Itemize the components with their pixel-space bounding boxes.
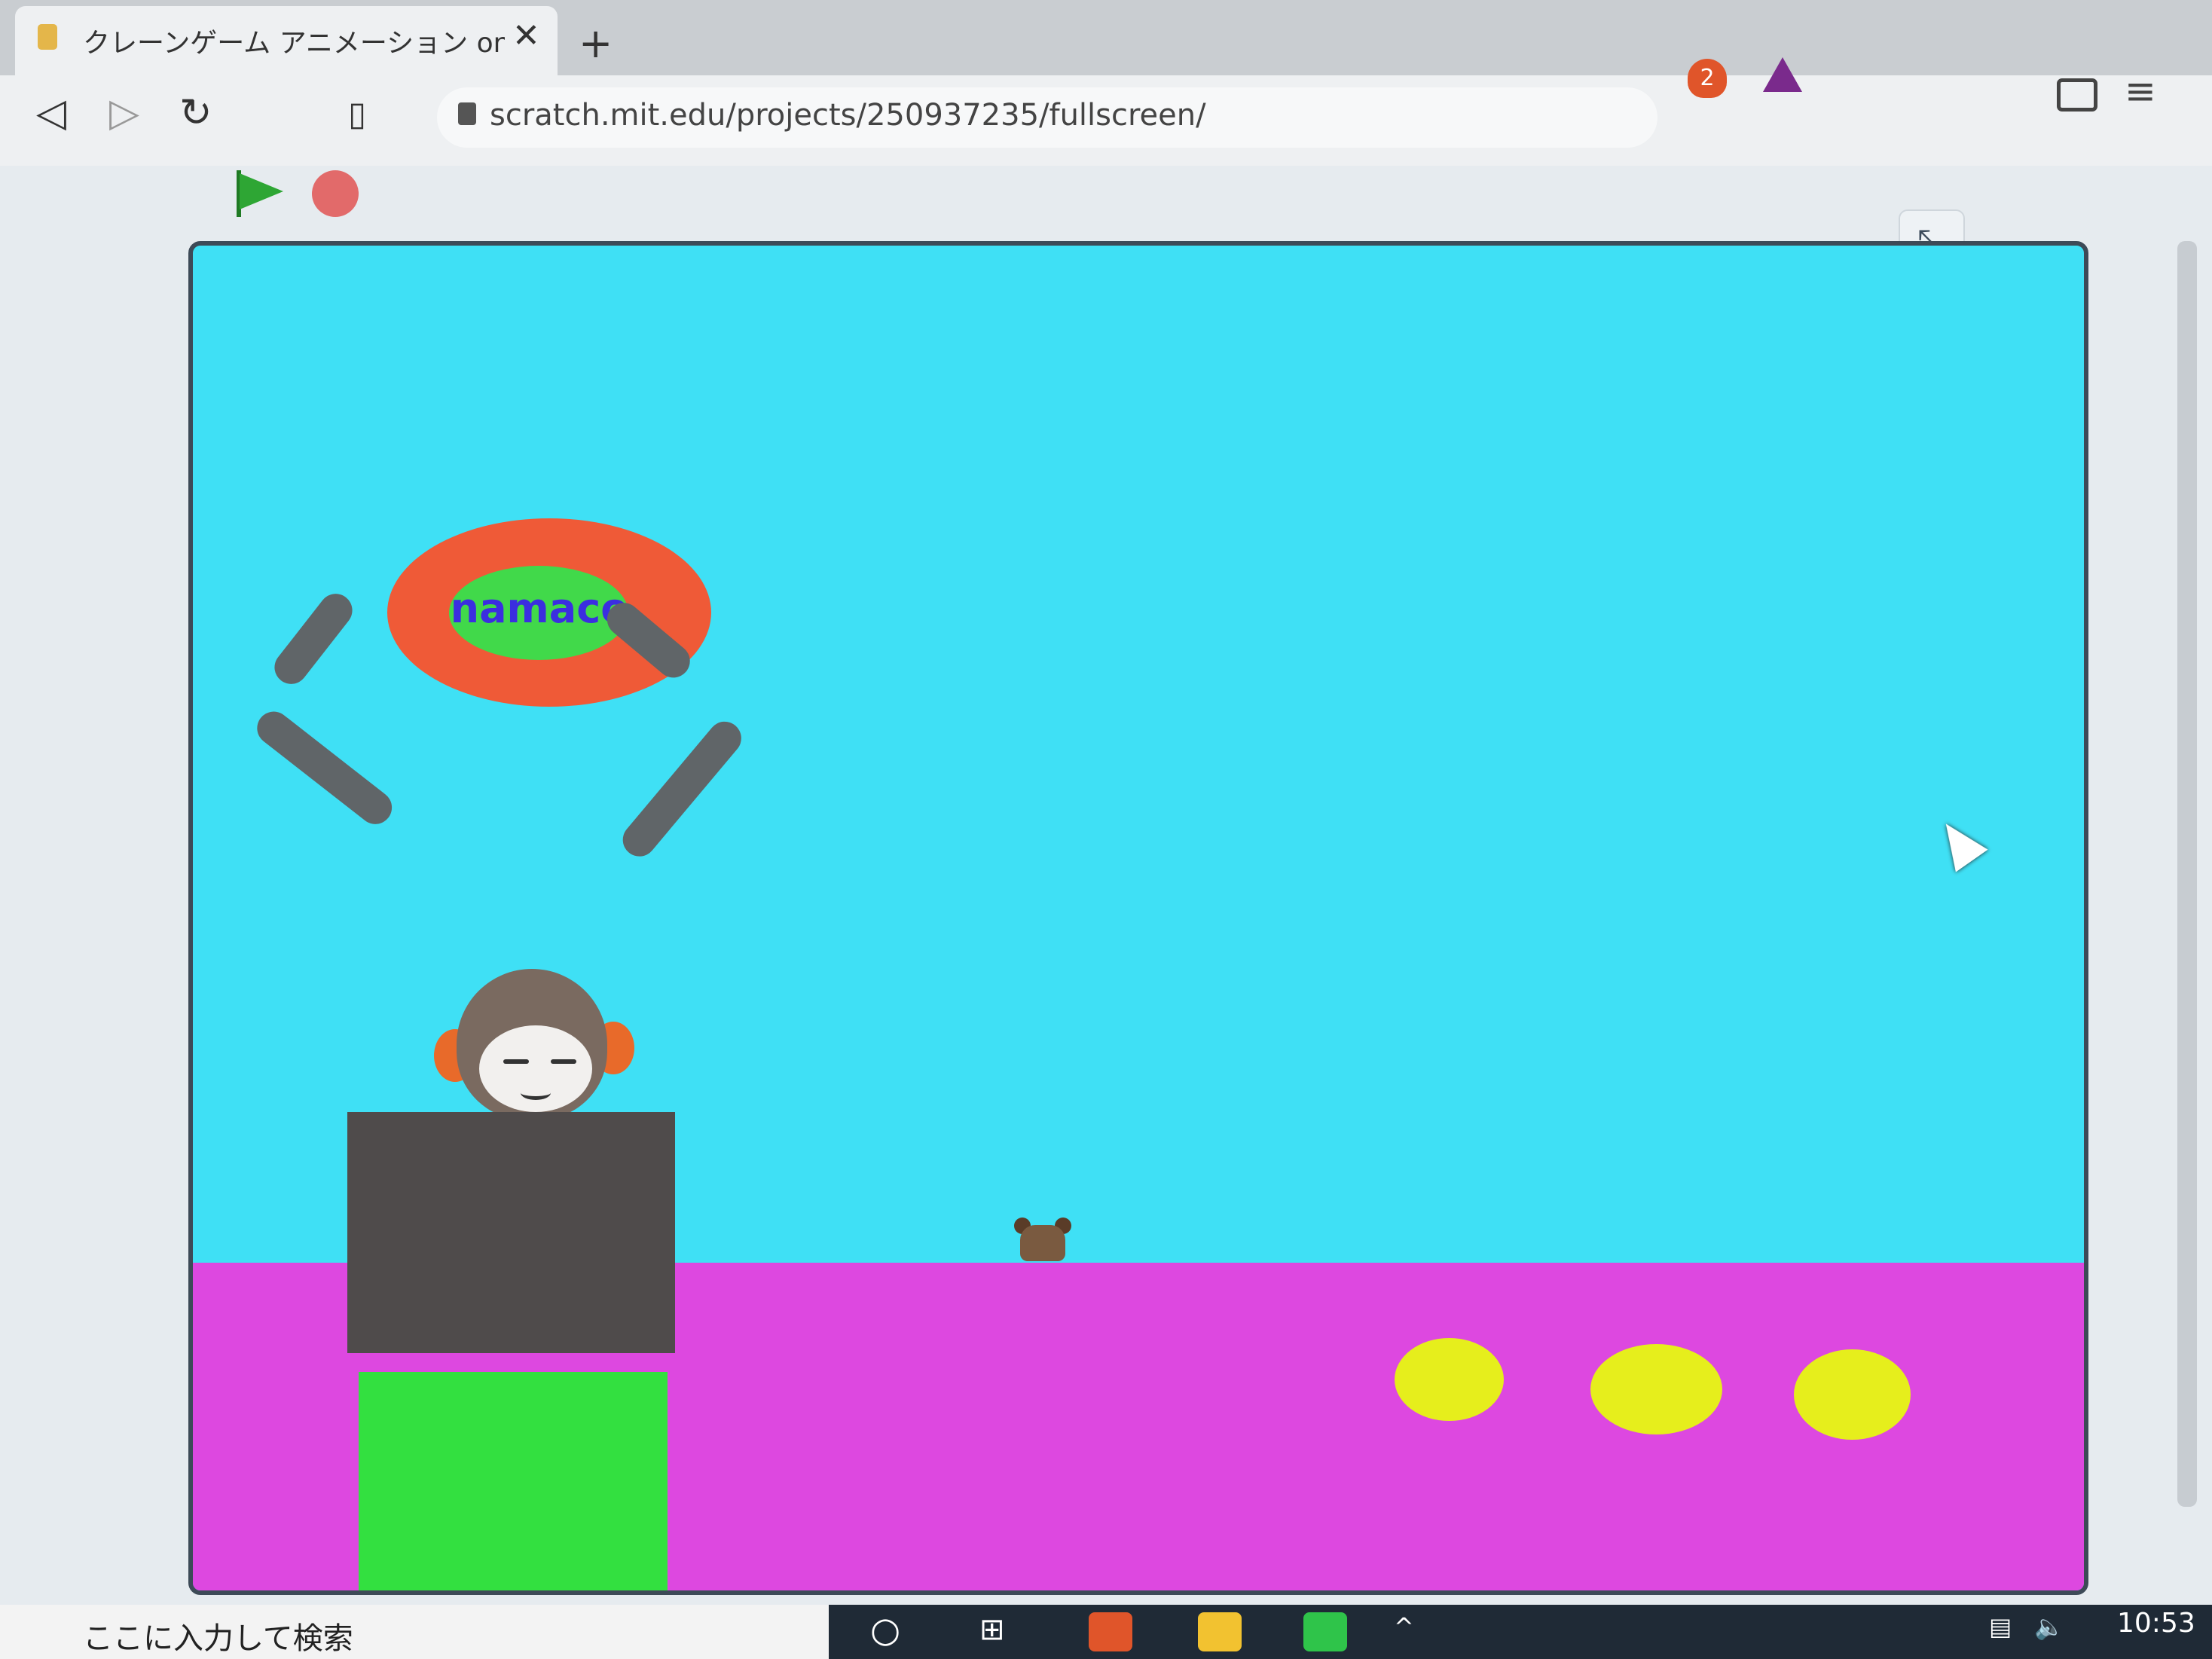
windows-taskbar: ここに入力して検索 ○ ⊞ ^ ▤ 🔈 10:53 bbox=[0, 1605, 2212, 1659]
scratch-stage[interactable]: namaco bbox=[188, 241, 2088, 1595]
network-icon[interactable]: ▤ bbox=[1989, 1612, 2012, 1641]
dog-prize-sprite bbox=[1014, 1218, 1071, 1261]
brave-rewards-icon[interactable] bbox=[1763, 57, 1802, 92]
forward-icon[interactable]: ▷ bbox=[109, 90, 139, 136]
yellow-coin-1 bbox=[1395, 1338, 1504, 1421]
taskbar-search-box[interactable]: ここに入力して検索 bbox=[0, 1605, 829, 1659]
dog-body bbox=[1020, 1225, 1065, 1261]
tray-overflow-icon[interactable]: ^ bbox=[1394, 1612, 1414, 1641]
tab-scratch[interactable]: クレーンゲーム アニメーション on Scra ✕ bbox=[15, 6, 558, 75]
volume-icon[interactable]: 🔈 bbox=[2034, 1612, 2064, 1641]
stop-icon[interactable] bbox=[312, 170, 359, 217]
claw-arm-right-lower bbox=[616, 714, 748, 863]
green-flag-icon[interactable] bbox=[240, 173, 283, 209]
scratch-favicon-icon bbox=[38, 24, 57, 50]
claw-arm-left-upper bbox=[267, 587, 359, 691]
monkey-mouth bbox=[521, 1086, 551, 1100]
prize-chute-box bbox=[347, 1112, 675, 1353]
reload-icon[interactable]: ↻ bbox=[179, 90, 212, 136]
monkey-eye-left bbox=[503, 1059, 529, 1064]
back-icon[interactable]: ◁ bbox=[36, 90, 66, 136]
tab-title: クレーンゲーム アニメーション on Scra bbox=[83, 28, 505, 59]
menu-icon[interactable]: ≡ bbox=[2125, 69, 2156, 113]
cortana-icon[interactable]: ○ bbox=[870, 1609, 900, 1650]
new-tab-button[interactable]: + bbox=[579, 20, 613, 67]
url-text: scratch.mit.edu/projects/250937235/fulls… bbox=[490, 98, 1206, 133]
wallet-icon[interactable] bbox=[2057, 78, 2097, 112]
prize-drop-box bbox=[359, 1372, 668, 1590]
taskbar-clock[interactable]: 10:53 bbox=[2117, 1608, 2195, 1639]
line-app-icon[interactable] bbox=[1303, 1612, 1347, 1651]
brave-taskbar-icon[interactable] bbox=[1089, 1612, 1132, 1651]
brave-shields-icon[interactable]: 2 bbox=[1688, 59, 1727, 98]
file-explorer-icon[interactable] bbox=[1198, 1612, 1242, 1651]
yellow-coin-3 bbox=[1794, 1349, 1911, 1440]
yellow-coin-2 bbox=[1590, 1344, 1722, 1434]
shields-badge: 2 bbox=[1700, 65, 1715, 91]
monkey-sprite bbox=[419, 954, 645, 1120]
scrollbar[interactable] bbox=[2177, 241, 2197, 1507]
taskbar-search-placeholder: ここに入力して検索 bbox=[83, 1621, 353, 1656]
monkey-eye-right bbox=[551, 1059, 576, 1064]
address-bar[interactable]: scratch.mit.edu/projects/250937235/fulls… bbox=[437, 87, 1657, 148]
browser-titlebar: クレーンゲーム アニメーション on Scra ✕ + bbox=[0, 0, 2212, 75]
claw-arm-left-lower bbox=[250, 704, 399, 831]
bookmark-icon[interactable]: ▯ bbox=[348, 95, 366, 133]
tab-close-icon[interactable]: ✕ bbox=[512, 17, 540, 55]
task-view-icon[interactable]: ⊞ bbox=[979, 1612, 1005, 1647]
browser-toolbar: ◁ ▷ ↻ ▯ scratch.mit.edu/projects/2509372… bbox=[0, 75, 2212, 166]
lock-icon bbox=[458, 102, 476, 125]
